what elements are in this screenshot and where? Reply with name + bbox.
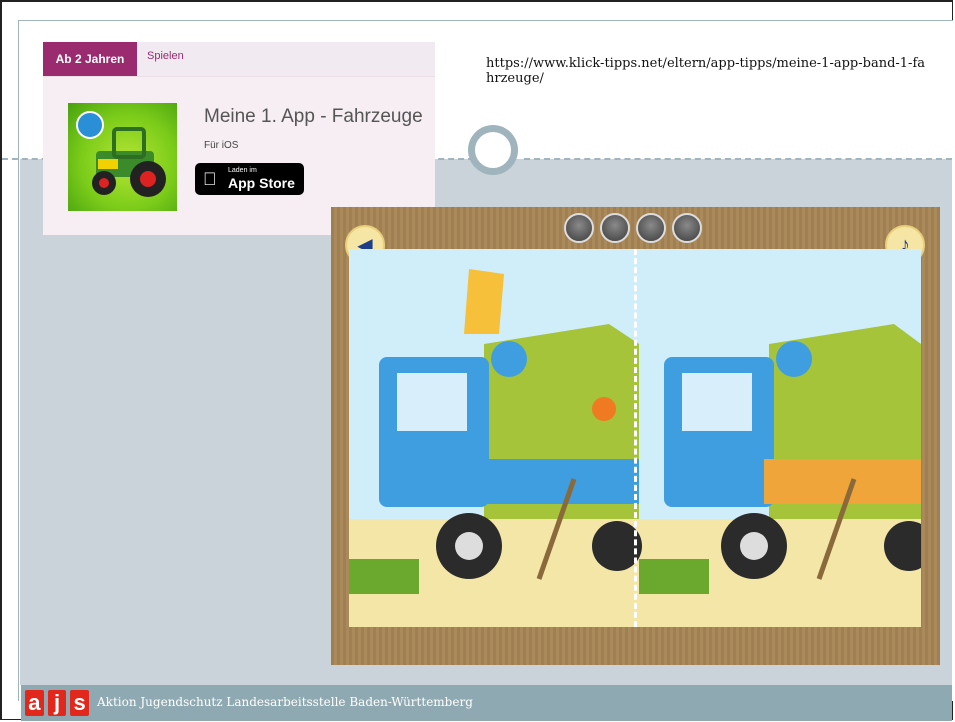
divider-line-right xyxy=(524,158,952,160)
logo-letter: a xyxy=(25,690,44,716)
progress-dot xyxy=(636,213,666,243)
card-tabs: Ab 2 Jahren Spielen xyxy=(43,42,435,77)
scene-divider xyxy=(634,249,637,627)
footer: a j s Aktion Jugendschutz Landesarbeitss… xyxy=(21,685,952,721)
ajs-logo: a j s xyxy=(21,685,90,721)
progress-dot xyxy=(672,213,702,243)
source-url[interactable]: https://www.klick-tipps.net/eltern/app-t… xyxy=(486,56,926,86)
tab-play[interactable]: Spielen xyxy=(147,50,184,62)
slide: https://www.klick-tipps.net/eltern/app-t… xyxy=(0,0,953,721)
tractor-icon xyxy=(92,127,166,197)
divider-ring xyxy=(468,125,518,175)
tab-age[interactable]: Ab 2 Jahren xyxy=(43,42,137,76)
progress-dots xyxy=(564,213,702,245)
app-store-button[interactable]:  Laden im App Store xyxy=(195,163,304,195)
store-caption: Laden im xyxy=(228,167,257,174)
apple-logo-icon:  xyxy=(203,169,217,190)
store-name: App Store xyxy=(228,175,295,191)
game-screenshot: ◀ ♪ xyxy=(331,207,940,665)
progress-dot xyxy=(600,213,630,243)
footer-text: Aktion Jugendschutz Landesarbeitsstelle … xyxy=(97,695,473,709)
spot-the-difference-scene xyxy=(349,249,921,627)
logo-letter: s xyxy=(70,690,90,716)
app-platform: Für iOS xyxy=(204,140,239,151)
logo-letter: j xyxy=(47,690,67,716)
progress-dot xyxy=(564,213,594,243)
app-title: Meine 1. App - Fahrzeuge xyxy=(204,106,423,127)
app-icon xyxy=(68,103,177,211)
